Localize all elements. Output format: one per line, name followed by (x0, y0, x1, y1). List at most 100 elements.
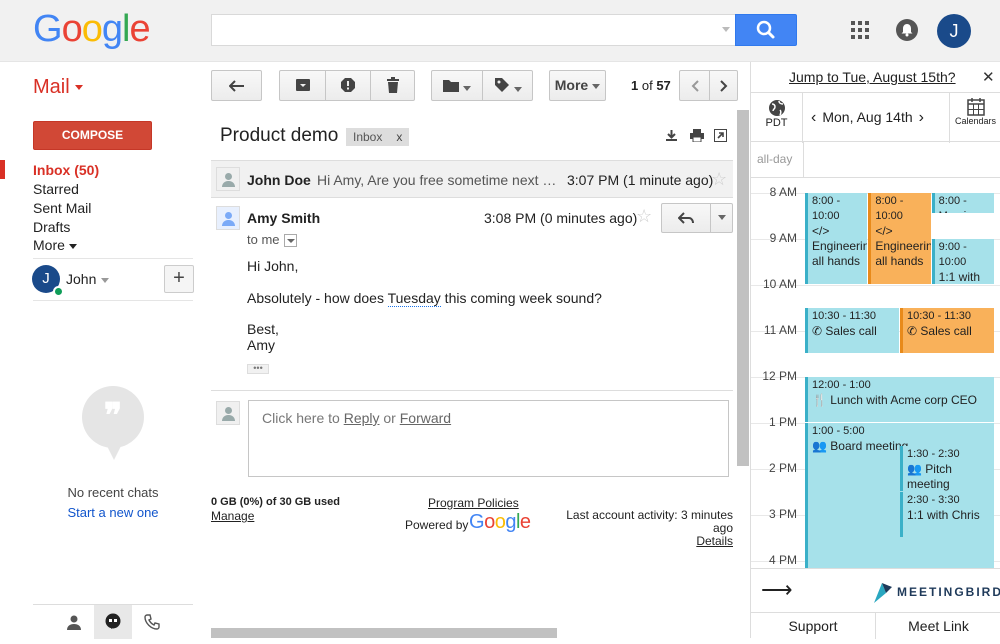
recipient-details[interactable]: to me (247, 232, 297, 248)
calendars-button[interactable]: Calendars (949, 93, 1000, 143)
calendar-event[interactable]: 1:30 - 2:30 👥 Pitch meeting (900, 446, 994, 491)
date-suggestion-link[interactable]: Tuesday (387, 290, 441, 307)
prev-day-icon[interactable]: ‹ (811, 109, 816, 126)
support-link[interactable]: Support (751, 613, 876, 639)
program-policies-link[interactable]: Program Policies (428, 496, 519, 510)
apps-grid-icon[interactable] (851, 21, 869, 39)
download-icon[interactable] (665, 129, 678, 145)
newer-button[interactable] (680, 71, 709, 100)
notifications-bell-icon[interactable] (896, 19, 918, 41)
archive-button[interactable] (280, 71, 325, 100)
meetingbird-logo-icon (874, 583, 892, 603)
calendar-event[interactable]: 10:30 - 11:30 ✆ Sales call (805, 308, 899, 353)
print-icon[interactable] (690, 129, 704, 145)
calendar-event[interactable]: 8:00 - 10:00</> Engineering all hands (868, 193, 931, 284)
show-trimmed-content-button[interactable]: ••• (247, 364, 269, 374)
calendar-event[interactable]: 8:00 - 10:00</> Engineering all hands (805, 193, 868, 284)
reply-prompt: Click here to Reply or Forward (262, 410, 451, 426)
message-sender[interactable]: Amy Smith (247, 210, 320, 226)
contacts-tab[interactable] (55, 605, 93, 639)
star-icon[interactable]: ☆ (636, 206, 652, 227)
sidebar-item-inbox[interactable]: Inbox (50) (33, 162, 99, 178)
mail-label: Mail (33, 76, 70, 98)
bell-glyph-icon (901, 24, 913, 37)
meet-link-button[interactable]: Meet Link (876, 613, 1000, 639)
logo-letter: g (505, 511, 516, 533)
calendar-event[interactable]: 8:00 - Morning (931, 193, 994, 213)
delete-button[interactable] (371, 71, 415, 100)
event-time: 1:30 - 2:30 (907, 448, 960, 460)
pager-of: of (641, 78, 653, 93)
search-input[interactable] (212, 15, 712, 45)
calendar-event[interactable]: 9:00 - 10:00 1:1 with Amy (931, 239, 994, 284)
compose-button[interactable]: COMPOSE (33, 121, 152, 150)
collapsed-message-row[interactable]: John Doe Hi Amy, Are you free sometime n… (211, 160, 733, 198)
sidebar-item-drafts[interactable]: Drafts (33, 219, 70, 235)
hangouts-tab[interactable] (94, 605, 132, 639)
chevron-down-icon (592, 83, 601, 89)
event-title: 🍴 Lunch with Acme corp CEO (812, 393, 978, 407)
reply-box[interactable]: Click here to Reply or Forward (248, 400, 729, 477)
user-status-menu[interactable]: John (66, 271, 110, 287)
calendars-label: Calendars (954, 116, 997, 126)
search-bar[interactable] (211, 14, 736, 46)
vertical-scrollbar[interactable] (737, 110, 749, 466)
event-time: 8:00 - 10:00 (812, 195, 841, 222)
manage-storage-link[interactable]: Manage (211, 509, 254, 523)
logo-letter: e (129, 8, 150, 50)
horizontal-scrollbar[interactable] (211, 628, 557, 638)
remove-label-icon[interactable]: x (396, 130, 402, 144)
day-grid[interactable]: 8 AM 9 AM 10 AM 11 AM 12 PM 1 PM 2 PM 3 PM 4 PM 8… (751, 178, 1000, 568)
reply-options-button[interactable] (711, 204, 733, 232)
timezone-button[interactable]: PDT (751, 93, 803, 143)
back-button[interactable] (211, 70, 262, 101)
calendar-event[interactable]: 10:30 - 11:30 ✆ Sales call (900, 308, 994, 353)
sidebar-item-starred[interactable]: Starred (33, 181, 79, 197)
sidebar-item-more[interactable]: More (33, 237, 77, 253)
meetingbird-panel: Jump to Tue, August 15th? ✕ PDT ‹ Mon, Au… (750, 62, 1000, 639)
hour-label: 11 AM (763, 323, 797, 337)
older-button[interactable] (710, 71, 738, 100)
activity-details-link[interactable]: Details (680, 534, 733, 548)
next-day-icon[interactable]: › (919, 109, 924, 126)
calendar-grid-icon (966, 98, 985, 116)
report-spam-button[interactable] (326, 71, 370, 100)
new-window-icon[interactable] (714, 129, 727, 145)
star-icon[interactable]: ☆ (711, 169, 727, 190)
account-avatar[interactable]: J (937, 14, 971, 48)
sidebar-item-sent-mail[interactable]: Sent Mail (33, 200, 91, 216)
event-time: 12:00 - 1:00 (812, 379, 871, 391)
hangouts-icon-tail (104, 440, 124, 460)
thread-subject: Product demo (220, 125, 339, 146)
search-button[interactable] (735, 14, 797, 46)
forward-link[interactable]: Forward (400, 410, 451, 426)
show-details-icon[interactable] (283, 234, 297, 248)
my-avatar (216, 401, 240, 425)
logo-letter: G (33, 8, 63, 50)
labels-button[interactable] (483, 71, 533, 100)
calendar-event[interactable]: 12:00 - 1:00 🍴 Lunch with Acme corp CEO (805, 377, 994, 422)
chevron-down-icon (463, 85, 471, 91)
reply-button[interactable] (662, 204, 710, 232)
hour-label: 4 PM (768, 553, 797, 567)
calendar-event[interactable]: 2:30 - 3:30 1:1 with Chris (900, 492, 994, 537)
google-footer-logo: Google (469, 511, 531, 534)
jump-to-date-link[interactable]: Jump to Tue, August 15th? (789, 69, 956, 85)
google-logo[interactable]: Google (33, 8, 151, 51)
mail-app-switcher[interactable]: Mail (33, 76, 83, 99)
hour-label: 1 PM (768, 415, 797, 429)
inbox-label-chip[interactable]: Inbox x (346, 128, 410, 146)
logo-letter: g (101, 8, 123, 50)
start-new-chat-link[interactable]: Start a new one (33, 505, 193, 520)
all-day-row[interactable]: all-day (751, 142, 1000, 178)
search-options-arrow-icon[interactable] (722, 27, 730, 32)
reply-link[interactable]: Reply (344, 410, 380, 426)
event-time: 1:00 - 5:00 (812, 425, 865, 437)
phone-tab[interactable] (133, 605, 171, 639)
close-icon[interactable]: ✕ (982, 68, 995, 86)
collapse-arrow-icon[interactable]: ⟶ (761, 577, 793, 603)
more-button[interactable]: More (549, 70, 606, 101)
move-to-button[interactable] (432, 71, 482, 100)
event-time: 8:00 - Morning (938, 195, 979, 213)
new-chat-button[interactable]: + (164, 265, 194, 293)
